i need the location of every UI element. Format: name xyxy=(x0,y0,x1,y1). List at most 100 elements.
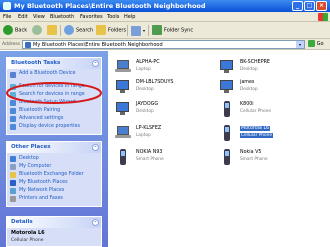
search-icon xyxy=(64,25,74,35)
place-exchange-folder[interactable]: Bluetooth Exchange Folder xyxy=(7,171,101,179)
task-setup-wizard[interactable]: Bluetooth Setup Wizard xyxy=(7,99,101,107)
device-type: Cellular Phone xyxy=(240,109,272,114)
phone-icon xyxy=(218,125,236,141)
task-label: Bluetooth Pairing xyxy=(19,108,61,113)
desktop-icon xyxy=(114,79,132,95)
menu-edit[interactable]: Edit xyxy=(18,14,28,20)
device-item[interactable]: JAYDOGG Desktop xyxy=(114,101,214,119)
device-item[interactable]: BK-SCHEPRE Desktop xyxy=(218,59,318,77)
place-label: My Bluetooth Places xyxy=(19,180,68,185)
device-item[interactable]: DM-LBL7SDUYS Desktop xyxy=(114,79,214,97)
place-label: My Computer xyxy=(19,164,52,169)
task-advanced-settings[interactable]: Advanced settings xyxy=(7,115,101,123)
up-folder-icon xyxy=(47,25,57,35)
task-label: Bluetooth Setup Wizard xyxy=(19,100,76,105)
forward-button[interactable] xyxy=(32,25,44,36)
phone-icon xyxy=(218,149,236,165)
address-label: Address xyxy=(2,42,20,47)
bluetooth-folder-icon xyxy=(3,2,11,10)
search-devices-icon xyxy=(10,92,16,98)
menu-tools[interactable]: Tools xyxy=(107,14,119,20)
views-dropdown-arrow: ▾ xyxy=(143,28,146,33)
menu-file[interactable]: File xyxy=(3,14,11,20)
laptop-icon xyxy=(114,125,132,141)
device-type: Laptop xyxy=(136,133,151,138)
collapse-chevron-icon[interactable]: ⌃ xyxy=(92,144,99,151)
task-label: Add a Bluetooth Device xyxy=(19,71,76,76)
views-button[interactable]: ▾ xyxy=(131,25,145,36)
device-type: Laptop xyxy=(136,67,151,72)
other-places-panel: Other Places ⌃ Desktop My Computer Bluet… xyxy=(6,141,102,207)
properties-icon xyxy=(10,124,16,130)
phone-icon xyxy=(114,149,132,165)
collapse-chevron-icon[interactable]: ⌃ xyxy=(92,60,99,67)
close-button[interactable]: × xyxy=(316,1,327,11)
toolbar-separator xyxy=(60,25,61,36)
place-network[interactable]: My Network Places xyxy=(7,187,101,195)
task-pairing[interactable]: Bluetooth Pairing xyxy=(7,107,101,115)
details-header[interactable]: Details ⌃ xyxy=(7,217,101,228)
toolbar-separator xyxy=(127,25,128,36)
back-button[interactable]: Back xyxy=(3,25,27,36)
device-item[interactable]: LP-KLSFEZ Laptop xyxy=(114,125,214,143)
task-search-devices-range[interactable]: Search for devices in range xyxy=(7,91,101,99)
place-my-computer[interactable]: My Computer xyxy=(7,163,101,171)
collapse-chevron-icon[interactable]: ⌃ xyxy=(92,219,99,226)
folders-label: Folders xyxy=(108,27,127,34)
address-dropdown-icon[interactable]: ▾ xyxy=(296,41,304,48)
up-folder-button[interactable] xyxy=(47,25,59,36)
search-devices-icon xyxy=(10,84,16,90)
toolbar-separator xyxy=(148,25,149,36)
device-item[interactable]: NOKIA N93 Smart Phone xyxy=(114,149,214,167)
minimize-button[interactable]: _ xyxy=(292,1,303,11)
maximize-button[interactable]: □ xyxy=(304,1,315,11)
place-bluetooth-places[interactable]: My Bluetooth Places xyxy=(7,179,101,187)
other-places-header[interactable]: Other Places ⌃ xyxy=(7,142,101,153)
folders-icon xyxy=(96,25,106,35)
address-bar: Address My Bluetooth Places\Entire Bluet… xyxy=(0,39,330,50)
menu-view[interactable]: View xyxy=(33,14,45,20)
settings-icon xyxy=(10,116,16,122)
window-title: My Bluetooth Places\Entire Bluetooth Nei… xyxy=(14,2,206,10)
task-label: Advanced settings xyxy=(19,116,64,121)
folder-icon xyxy=(10,172,16,178)
device-name: K800i xyxy=(240,102,254,107)
task-device-properties[interactable]: Display device properties xyxy=(7,123,101,131)
details-title: Details xyxy=(11,219,33,225)
task-label: Search for devices in range xyxy=(19,92,85,97)
search-button[interactable]: Search xyxy=(64,25,93,36)
folder-sync-button[interactable]: Folder Sync xyxy=(152,25,193,36)
desktop-icon xyxy=(218,79,236,95)
place-desktop[interactable]: Desktop xyxy=(7,155,101,163)
task-add-device[interactable]: Add a Bluetooth Device xyxy=(7,71,101,83)
device-item[interactable]: ALPHA-PC Laptop xyxy=(114,59,214,77)
device-item[interactable]: james Desktop xyxy=(218,79,318,97)
device-list: ALPHA-PC Laptop BK-SCHEPRE Desktop DM-LB… xyxy=(108,51,330,247)
menu-bluetooth[interactable]: Bluetooth xyxy=(50,14,74,20)
address-value: My Bluetooth Places\Entire Bluetooth Nei… xyxy=(33,42,163,48)
device-item[interactable]: K800i Cellular Phone xyxy=(218,101,318,119)
bluetooth-tasks-header[interactable]: Bluetooth Tasks ⌃ xyxy=(7,58,101,69)
go-button[interactable]: Go xyxy=(308,40,324,49)
folders-button[interactable]: Folders xyxy=(96,25,126,36)
back-label: Back xyxy=(15,27,28,34)
device-item-selected[interactable]: Motorola L6 Cellular Phone xyxy=(218,125,318,143)
views-icon xyxy=(131,25,141,36)
device-type: Desktop xyxy=(240,67,258,72)
menu-help[interactable]: Help xyxy=(124,14,135,20)
phone-icon xyxy=(218,101,236,117)
pairing-icon xyxy=(10,108,16,114)
place-printers[interactable]: Printers and Faxes xyxy=(7,195,101,203)
address-input[interactable]: My Bluetooth Places\Entire Bluetooth Nei… xyxy=(22,40,305,49)
task-label: Display device properties xyxy=(19,124,80,129)
device-name: ALPHA-PC xyxy=(136,60,160,65)
device-name: Motorola L6 xyxy=(240,126,271,131)
device-name: Nokia V5 xyxy=(240,150,262,155)
task-search-devices[interactable]: Search for devices in range xyxy=(7,83,101,91)
place-label: Desktop xyxy=(19,156,39,161)
device-name: JAYDOGG xyxy=(136,102,159,107)
toolbar: Back Search Folders ▾ Folder Sync xyxy=(0,22,330,39)
menu-favorites[interactable]: Favorites xyxy=(80,14,103,20)
device-item[interactable]: Nokia V5 Smart Phone xyxy=(218,149,318,167)
task-label: Search for devices in range xyxy=(19,84,85,89)
